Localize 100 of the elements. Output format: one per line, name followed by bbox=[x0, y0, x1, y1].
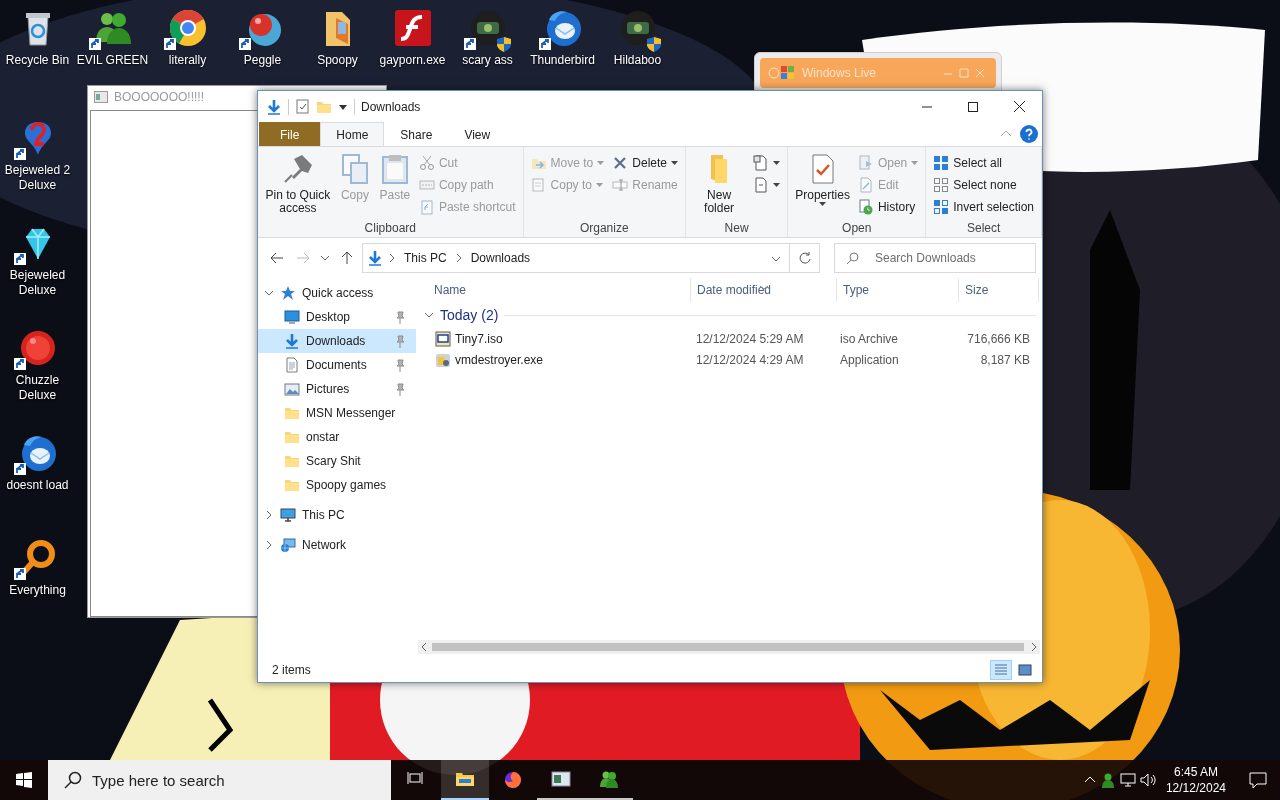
column-header[interactable]: Type bbox=[837, 278, 959, 302]
ribbon-tab[interactable]: Share bbox=[384, 122, 449, 146]
select-all-icon bbox=[933, 155, 950, 171]
application-icon bbox=[435, 351, 451, 368]
tree-item[interactable]: Pictures bbox=[258, 377, 416, 401]
column-header[interactable]: Name bbox=[428, 278, 691, 302]
delete-button[interactable]: Delete bbox=[609, 152, 681, 174]
computer-icon bbox=[280, 507, 296, 523]
folder-icon bbox=[284, 453, 300, 469]
group-header[interactable]: Today (2) bbox=[416, 302, 1042, 328]
breadcrumb[interactable]: This PC bbox=[401, 249, 450, 267]
browser-icon[interactable] bbox=[167, 8, 208, 48]
details-view-icon bbox=[993, 662, 1009, 678]
window-icon bbox=[94, 90, 108, 104]
download-icon[interactable] bbox=[266, 98, 282, 115]
search-field[interactable]: Search Downloads bbox=[834, 243, 1036, 273]
tree-item[interactable]: Spoopy games bbox=[258, 473, 416, 497]
network-icon bbox=[280, 537, 296, 553]
history-button[interactable]: History bbox=[854, 196, 922, 218]
column-header[interactable]: Date modified bbox=[691, 278, 837, 302]
selectall-button[interactable]: Select all bbox=[930, 152, 1037, 174]
icon-label: Bejeweled 2 Deluxe bbox=[3, 163, 72, 193]
table-cell-text: iso Archive bbox=[840, 330, 900, 348]
download-icon bbox=[284, 333, 300, 349]
speech-bubble-icon bbox=[1249, 771, 1267, 789]
invert-selection-icon bbox=[933, 199, 950, 215]
address-bar[interactable]: This PC Downloads bbox=[362, 243, 790, 273]
group-label: New bbox=[723, 220, 750, 237]
desktop-icon bbox=[284, 309, 300, 325]
icon-label: EVIL GREEN bbox=[76, 53, 149, 68]
tree-item[interactable]: Documents bbox=[258, 353, 416, 377]
edit-icon bbox=[857, 177, 874, 193]
search-icon bbox=[64, 771, 82, 789]
windows-logo-icon bbox=[16, 772, 32, 788]
collapse-chevron-icon bbox=[1000, 129, 1012, 139]
table-cell-text: 12/12/2024 5:29 AM bbox=[696, 330, 805, 348]
invert-button[interactable]: Invert selection bbox=[930, 196, 1037, 218]
group-label: Clipboard bbox=[363, 220, 417, 237]
folder-icon bbox=[284, 477, 300, 493]
star-icon bbox=[280, 285, 296, 301]
path-icon bbox=[418, 177, 435, 193]
icon-label: Bejeweled Deluxe bbox=[8, 268, 67, 298]
search-icon bbox=[846, 252, 859, 265]
file-name[interactable]: Tiny7.iso bbox=[455, 329, 503, 348]
pin-button[interactable]: Pin to Quick access bbox=[262, 149, 334, 219]
rename-icon bbox=[612, 177, 629, 193]
file-name[interactable]: vmdestroyer.exe bbox=[455, 350, 544, 369]
icon-label: Recycle Bin bbox=[5, 53, 70, 68]
tree-item[interactable]: Network bbox=[258, 533, 416, 557]
selectnone-button[interactable]: Select none bbox=[930, 174, 1037, 196]
icon-label: Everything bbox=[9, 583, 66, 598]
tree-item[interactable]: Desktop bbox=[258, 305, 416, 329]
new-item-icon bbox=[753, 155, 770, 171]
properties-icon bbox=[295, 99, 310, 114]
icon-label: literally bbox=[168, 53, 207, 68]
flash-icon[interactable] bbox=[392, 8, 433, 48]
icon-label: scary ass bbox=[462, 53, 513, 68]
tree-item[interactable]: onstar bbox=[258, 425, 416, 449]
show-hidden-icons-icon bbox=[1083, 775, 1096, 785]
group-label: Select bbox=[965, 220, 1002, 237]
newfolder-button[interactable]: New folder bbox=[690, 149, 749, 219]
folder-icon bbox=[284, 405, 300, 421]
easy-access-icon bbox=[753, 177, 770, 193]
group-label: Open bbox=[841, 220, 873, 237]
window-flag-icon bbox=[768, 64, 796, 82]
tree-item[interactable]: Quick access bbox=[258, 281, 416, 305]
icon-label: Thunderbird bbox=[530, 53, 595, 68]
delete-icon bbox=[612, 155, 629, 171]
window-title: Windows Live bbox=[802, 65, 877, 82]
column-header[interactable]: Size bbox=[959, 278, 1039, 302]
tree-item[interactable]: This PC bbox=[258, 503, 416, 527]
tree-item[interactable]: Downloads bbox=[258, 329, 416, 353]
pictures-icon bbox=[284, 381, 300, 397]
volume-icon bbox=[1139, 772, 1156, 788]
window-title: Downloads bbox=[361, 98, 421, 116]
group-label: Organize bbox=[578, 220, 630, 237]
horizontal-scrollbar[interactable] bbox=[418, 640, 1040, 654]
search-field[interactable]: Type here to search bbox=[48, 760, 391, 800]
help-icon bbox=[1020, 125, 1038, 143]
icon-label: gayporn.exe bbox=[379, 53, 446, 68]
back-arrow-icon bbox=[270, 252, 284, 264]
window-title: BOOOOOOO!!!!! bbox=[114, 89, 204, 106]
select-none-icon bbox=[933, 177, 950, 193]
people-icon bbox=[599, 769, 619, 789]
properties-button[interactable]: Properties bbox=[792, 149, 853, 219]
open-icon bbox=[857, 155, 874, 171]
ribbon-tab[interactable]: View bbox=[448, 122, 507, 146]
folder-taskbar-button[interactable] bbox=[441, 760, 489, 800]
download-icon bbox=[367, 250, 383, 266]
file-menu-button[interactable]: File bbox=[259, 122, 321, 146]
network-icon bbox=[1119, 772, 1136, 788]
folder-copy-icon bbox=[530, 177, 547, 193]
ribbon-tab[interactable]: Home bbox=[320, 122, 385, 146]
history-icon bbox=[857, 199, 874, 215]
close-icon bbox=[1013, 101, 1025, 112]
tree-item[interactable]: Scary Shit bbox=[258, 449, 416, 473]
refresh-icon bbox=[798, 252, 811, 264]
tree-item[interactable]: MSN Messenger bbox=[258, 401, 416, 425]
refresh-button[interactable] bbox=[790, 243, 820, 273]
breadcrumb[interactable]: Downloads bbox=[467, 249, 534, 267]
